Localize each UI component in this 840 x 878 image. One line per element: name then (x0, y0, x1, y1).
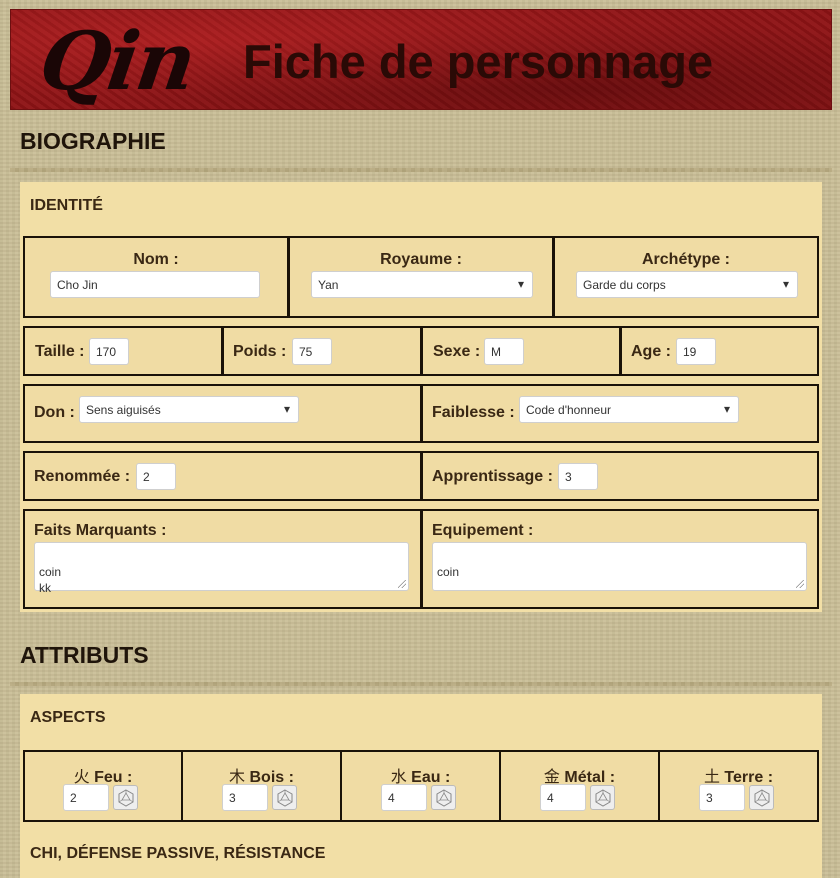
identite-heading-label: IDENTITÉ (30, 197, 103, 214)
royaume-cell: Royaume : Yan (288, 236, 554, 318)
sexe-input[interactable]: M (484, 338, 524, 365)
royaume-label: Royaume : (380, 251, 462, 268)
page-title: Fiche de personnage (243, 35, 714, 88)
equipement-text: coin (437, 565, 460, 579)
resize-grip-icon[interactable] (796, 580, 804, 588)
age-label: Age : (631, 343, 671, 360)
aspects-heading: ASPECTS (20, 696, 822, 740)
nom-label: Nom : (133, 251, 179, 268)
equipement-label: Equipement : (432, 522, 534, 539)
apprentissage-cell: Apprentissage : 3 (421, 451, 819, 501)
don-cell: Don : Sens aiguisés (23, 384, 422, 443)
poids-input[interactable]: 75 (292, 338, 332, 365)
aspect-input[interactable]: 4 (540, 784, 586, 811)
identite-heading: IDENTITÉ (20, 184, 822, 228)
renommee-label: Renommée : (34, 468, 131, 485)
don-select[interactable]: Sens aiguisés (79, 396, 299, 423)
poids-label: Poids : (233, 343, 287, 360)
faits-label: Faits Marquants : (34, 522, 167, 539)
chi-heading: CHI, DÉFENSE PASSIVE, RÉSISTANCE (20, 832, 822, 876)
d20-dice-icon[interactable] (113, 785, 138, 810)
aspect-cell: 金 Métal :4 (499, 750, 660, 822)
archetype-cell: Archétype : Garde du corps (553, 236, 819, 318)
nom-input[interactable]: Cho Jin (50, 271, 260, 298)
faiblesse-label: Faiblesse : (432, 404, 515, 421)
faiblesse-select[interactable]: Code d'honneur (519, 396, 739, 423)
aspect-input[interactable]: 4 (381, 784, 427, 811)
royaume-select[interactable]: Yan (311, 271, 533, 298)
age-cell: Age : 19 (620, 326, 819, 376)
aspect-cell: 水 Eau :4 (340, 750, 501, 822)
equipement-cell: Equipement : coin (421, 509, 819, 609)
sexe-label: Sexe : (433, 343, 481, 360)
resize-grip-icon[interactable] (398, 580, 406, 588)
aspect-cell: 火 Feu :2 (23, 750, 183, 822)
faits-cell: Faits Marquants : coin kk (23, 509, 422, 609)
divider (10, 682, 832, 686)
aspect-input[interactable]: 2 (63, 784, 109, 811)
aspect-input[interactable]: 3 (222, 784, 268, 811)
d20-dice-icon[interactable] (272, 785, 297, 810)
d20-dice-icon[interactable] (431, 785, 456, 810)
faiblesse-cell: Faiblesse : Code d'honneur (421, 384, 819, 443)
aspect-input[interactable]: 3 (699, 784, 745, 811)
d20-dice-icon[interactable] (749, 785, 774, 810)
aspect-cell: 木 Bois :3 (181, 750, 342, 822)
section-attributs-title: ATTRIBUTS (20, 642, 149, 668)
section-biographie-title: BIOGRAPHIE (20, 128, 166, 154)
faits-text: coin kk (39, 565, 62, 595)
header-banner: Qin Fiche de personnage (10, 9, 832, 110)
nom-cell: Nom : Cho Jin (23, 236, 289, 318)
chi-heading-label: CHI, DÉFENSE PASSIVE, RÉSISTANCE (30, 845, 326, 862)
aspect-cell: 土 Terre :3 (658, 750, 819, 822)
d20-dice-icon[interactable] (590, 785, 615, 810)
taille-label: Taille : (35, 343, 85, 360)
archetype-label: Archétype : (641, 251, 731, 268)
sexe-cell: Sexe : M (421, 326, 621, 376)
equipement-textarea[interactable]: coin (432, 542, 807, 591)
qin-logo: Qin (34, 14, 200, 108)
apprentissage-input[interactable]: 3 (558, 463, 598, 490)
poids-cell: Poids : 75 (222, 326, 422, 376)
don-label: Don : (34, 404, 75, 421)
taille-cell: Taille : 170 (23, 326, 223, 376)
divider (10, 168, 832, 172)
faits-textarea[interactable]: coin kk (34, 542, 409, 595)
taille-input[interactable]: 170 (89, 338, 129, 365)
renommee-cell: Renommée : 2 (23, 451, 422, 501)
aspects-heading-label: ASPECTS (30, 709, 106, 726)
age-input[interactable]: 19 (676, 338, 716, 365)
archetype-select[interactable]: Garde du corps (576, 271, 798, 298)
renommee-input[interactable]: 2 (136, 463, 176, 490)
apprentissage-label: Apprentissage : (432, 468, 553, 485)
